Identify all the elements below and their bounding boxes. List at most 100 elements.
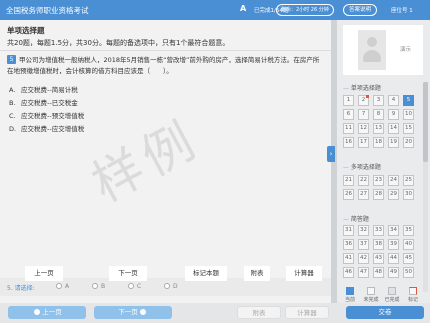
option-b[interactable]: B. 应交税费--已交税金: [9, 97, 78, 107]
question-cell[interactable]: 10: [403, 109, 414, 120]
answer-radio-b[interactable]: B: [92, 283, 105, 290]
question-cell[interactable]: 7: [358, 109, 369, 120]
legend-swatch: [367, 287, 375, 295]
radio-label: B: [101, 283, 106, 290]
option-a[interactable]: A. 应交税费--简易计税: [9, 84, 78, 94]
question-cell[interactable]: 46: [343, 267, 354, 278]
attachment-button[interactable]: 附表: [237, 306, 281, 319]
question-cell[interactable]: 27: [358, 189, 369, 200]
question-cell[interactable]: 47: [358, 267, 369, 278]
answer-radio-c[interactable]: C: [128, 283, 141, 290]
question-cell[interactable]: 12: [358, 123, 369, 134]
question-cell[interactable]: 14: [388, 123, 399, 134]
question-cell[interactable]: 35: [403, 225, 414, 236]
option-c[interactable]: C. 应交税费--预交增值税: [9, 110, 84, 120]
radio-icon: [56, 283, 62, 289]
radio-label: A: [65, 283, 70, 290]
question-cell[interactable]: 32: [358, 225, 369, 236]
question-cell[interactable]: 2: [358, 95, 369, 106]
option-letter: C.: [9, 112, 16, 120]
legend-unfinished: 未完成: [362, 287, 380, 303]
avatar-head-icon: [367, 37, 377, 47]
question-cell[interactable]: 18: [373, 137, 384, 148]
legend-swatch: [346, 287, 354, 295]
question-cell[interactable]: 39: [388, 239, 399, 250]
prev-page-button[interactable]: 上一页: [8, 306, 86, 319]
answer-radio-a[interactable]: A: [56, 283, 69, 290]
question-cell[interactable]: 21: [343, 175, 354, 186]
question-cell[interactable]: 44: [388, 253, 399, 264]
question-cell[interactable]: 9: [388, 109, 399, 120]
font-size-icon[interactable]: A: [240, 4, 246, 13]
next-page-button[interactable]: 下一页: [94, 306, 172, 319]
section-description: 共20题，每题1.5分，共30分。每题的备选项中，只有1个最符合题意。: [7, 39, 230, 47]
legend-flagged: 标记: [404, 287, 422, 303]
group-label-single: 单项选择题: [343, 83, 381, 92]
legend-label: 当前: [344, 297, 355, 303]
question-cell[interactable]: 5: [403, 95, 414, 106]
question-text: 甲公司为增值税一般纳税人，2018年5月销售一栋“营改增”前外购的房产，选择简易…: [7, 56, 320, 75]
question-cell[interactable]: 49: [388, 267, 399, 278]
question-cell[interactable]: 30: [403, 189, 414, 200]
question-cell[interactable]: 28: [373, 189, 384, 200]
question-cell[interactable]: 25: [403, 175, 414, 186]
question-cell[interactable]: 24: [388, 175, 399, 186]
legend-current: 当前: [341, 287, 359, 303]
question-cell[interactable]: 6: [343, 109, 354, 120]
question-cell[interactable]: 15: [403, 123, 414, 134]
question-cell[interactable]: 41: [343, 253, 354, 264]
answer-prompt: 5. 请选择:: [7, 285, 35, 292]
question-cell[interactable]: 3: [373, 95, 384, 106]
question-cell[interactable]: 50: [403, 267, 414, 278]
question-cell[interactable]: 19: [388, 137, 399, 148]
question-cell[interactable]: 11: [343, 123, 354, 134]
avatar: [358, 30, 386, 70]
group-label-multi: 多项选择题: [343, 162, 381, 171]
question-cell[interactable]: 36: [343, 239, 354, 250]
radio-label: D: [173, 283, 178, 290]
app-header: 全国税务师职业资格考试 A 已完成1/54题 剩余：2小时 26 分钟 答案说明…: [0, 0, 430, 20]
scrollbar-thumb[interactable]: [423, 82, 428, 162]
avatar-body-icon: [363, 50, 381, 62]
question-cell[interactable]: 42: [358, 253, 369, 264]
legend-swatch: [409, 287, 417, 295]
seat-number: 座位号 1: [391, 8, 413, 14]
question-cell[interactable]: 22: [358, 175, 369, 186]
question-cell[interactable]: 1: [343, 95, 354, 106]
option-letter: A.: [9, 86, 16, 94]
question-cell[interactable]: 37: [358, 239, 369, 250]
option-letter: B.: [9, 99, 16, 107]
divider: [0, 50, 331, 51]
question-cell[interactable]: 29: [388, 189, 399, 200]
section-title: 单项选择题: [7, 26, 45, 35]
question-cell[interactable]: 45: [403, 253, 414, 264]
calculator-button[interactable]: 计算器: [285, 306, 329, 319]
candidate-card: 演示: [343, 25, 423, 75]
question-cell[interactable]: 23: [373, 175, 384, 186]
answer-instructions-button[interactable]: 答案说明: [343, 4, 378, 16]
question-cell[interactable]: 48: [373, 267, 384, 278]
option-d[interactable]: D. 应交税费--应交增值税: [9, 123, 84, 133]
question-cell[interactable]: 34: [388, 225, 399, 236]
question-cell[interactable]: 17: [358, 137, 369, 148]
question-cell[interactable]: 40: [403, 239, 414, 250]
collapse-panel-button[interactable]: ›: [327, 146, 335, 162]
question-cell[interactable]: 43: [373, 253, 384, 264]
radio-icon: [92, 283, 98, 289]
question-cell[interactable]: 26: [343, 189, 354, 200]
question-cell[interactable]: 16: [343, 137, 354, 148]
panel-scrollbar[interactable]: [423, 82, 428, 292]
question-cell[interactable]: 13: [373, 123, 384, 134]
question-cell[interactable]: 20: [403, 137, 414, 148]
question-cell[interactable]: 38: [373, 239, 384, 250]
question-cell[interactable]: 4: [388, 95, 399, 106]
question-cell[interactable]: 8: [373, 109, 384, 120]
submit-exam-button[interactable]: 交卷: [346, 306, 424, 319]
question-cell[interactable]: 33: [373, 225, 384, 236]
answer-radio-d[interactable]: D: [164, 283, 178, 290]
app-title: 全国税务师职业资格考试: [6, 6, 89, 15]
callout-prev: 上一页: [25, 266, 63, 281]
callout-attach: 附表: [244, 266, 270, 281]
question-cell[interactable]: 31: [343, 225, 354, 236]
legend-label: 标记: [407, 297, 418, 303]
